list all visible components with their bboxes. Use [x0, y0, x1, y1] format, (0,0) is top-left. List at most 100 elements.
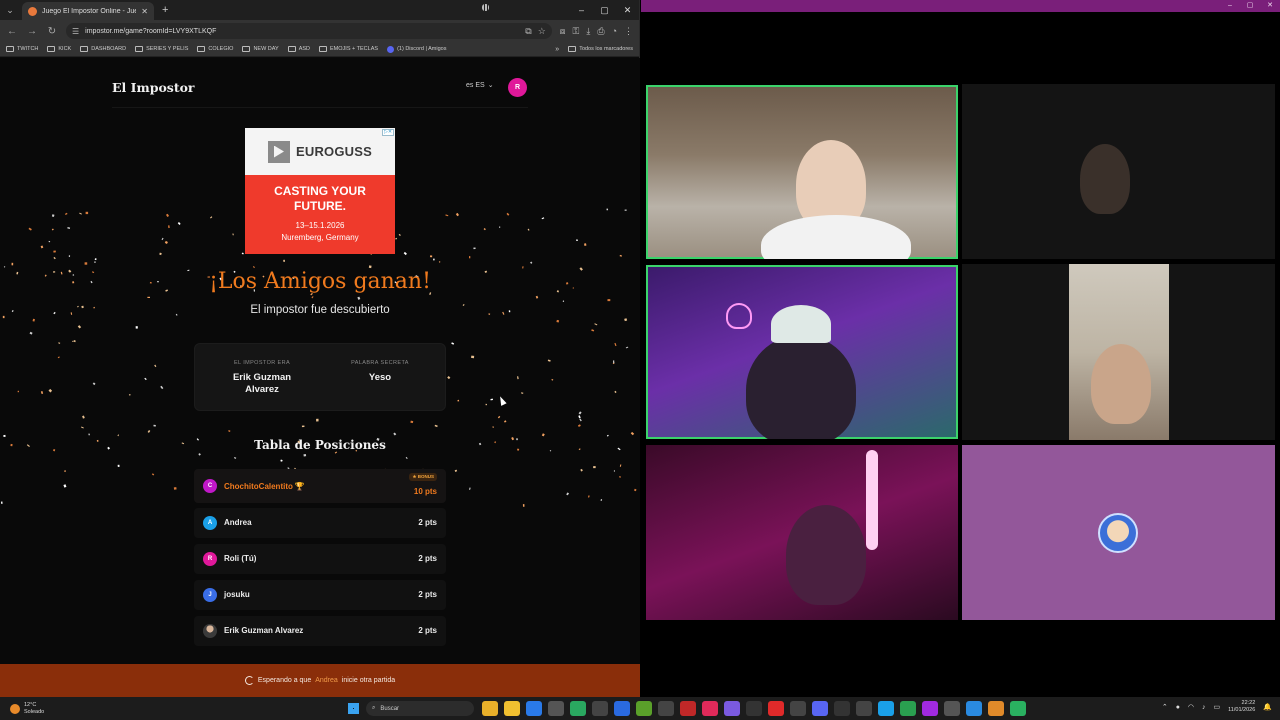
spotify-icon[interactable] — [900, 701, 916, 716]
bookmark-new-day[interactable]: NEW DAY — [242, 46, 279, 52]
user-avatar[interactable]: R — [508, 78, 527, 97]
confetti-piece — [614, 342, 617, 347]
confetti-piece — [619, 476, 621, 478]
wifi-icon[interactable]: ◠ — [1188, 703, 1194, 711]
app-icon[interactable] — [988, 701, 1004, 716]
maximize-icon[interactable]: ▢ — [1240, 0, 1260, 12]
clock[interactable]: 22:22 11/01/2026 — [1228, 700, 1255, 714]
app-icon[interactable] — [614, 701, 630, 716]
extension-icon[interactable]: ⧈ — [560, 26, 566, 37]
video-tile[interactable] — [646, 85, 958, 259]
chrome-icon[interactable] — [966, 701, 982, 716]
profile-icon[interactable]: ◔ — [612, 26, 617, 37]
printer-icon[interactable]: ⎙ — [597, 26, 604, 37]
address-bar[interactable]: ☰ impostor.me/game?roomId=LVY9XTLKQF ⧉ ☆ — [66, 23, 552, 39]
app-icon[interactable] — [834, 701, 850, 716]
app-icon[interactable] — [944, 701, 960, 716]
taskbar-search[interactable]: ⌕ Buscar — [366, 701, 474, 716]
tab-search-icon[interactable]: ⌄ — [0, 0, 20, 20]
bookmark-dashboard[interactable]: DASHBOARD — [80, 46, 126, 52]
bookmark-colegio[interactable]: COLEGIO — [197, 46, 233, 52]
confetti-piece — [619, 464, 622, 467]
minimize-icon[interactable]: – — [570, 5, 593, 16]
bookmark-emojis[interactable]: EMOJIS + TECLAS — [319, 46, 378, 52]
confetti-piece — [607, 299, 611, 302]
password-icon[interactable]: ⚿ — [573, 26, 580, 37]
battery-icon[interactable]: ▭ — [1214, 703, 1221, 711]
install-app-icon[interactable]: ⧉ — [525, 26, 531, 37]
volume-icon[interactable]: ♪ — [1202, 704, 1206, 711]
app-icon[interactable] — [702, 701, 718, 716]
bookmark-discord[interactable]: (1) Discord | Amigos — [387, 45, 446, 53]
menu-icon[interactable]: ⋮ — [624, 26, 633, 37]
app-icon[interactable] — [878, 701, 894, 716]
app-icon[interactable] — [680, 701, 696, 716]
bookmark-twitch[interactable]: TWITCH — [6, 46, 38, 52]
browser-tab-active[interactable]: Juego El Impostor Online - Jueg ✕ — [22, 2, 154, 20]
folder-icon — [6, 46, 14, 52]
discord-icon[interactable] — [812, 701, 828, 716]
weather-widget[interactable]: 12°C Soleado — [10, 702, 44, 716]
new-tab-icon[interactable]: + — [162, 4, 168, 16]
video-tile[interactable] — [646, 265, 958, 439]
app-icon[interactable] — [658, 701, 674, 716]
app-icon[interactable] — [790, 701, 806, 716]
confetti-piece — [228, 430, 231, 433]
bookmark-asd[interactable]: ASD — [287, 46, 310, 52]
video-tile[interactable] — [962, 84, 1275, 259]
language-selector[interactable]: es ES ⌄ — [466, 81, 494, 90]
site-info-icon[interactable]: ☰ — [72, 27, 79, 36]
more-bookmarks-icon[interactable]: » — [555, 46, 559, 53]
host-name: Andrea — [315, 677, 338, 684]
back-icon[interactable]: ← — [6, 26, 18, 37]
folder-app-icon[interactable] — [504, 701, 520, 716]
download-icon[interactable]: ⤓ — [586, 26, 590, 37]
bookmark-kick[interactable]: KICK — [47, 46, 71, 52]
forward-icon[interactable]: → — [26, 26, 38, 37]
app-icon[interactable] — [570, 701, 586, 716]
confetti-piece — [117, 464, 120, 467]
site-logo[interactable]: El Impostor — [112, 80, 195, 95]
app-icon[interactable] — [856, 701, 872, 716]
impostor-label: EL IMPOSTOR ERA — [233, 360, 291, 366]
confetti-piece — [79, 212, 82, 215]
advertisement-banner[interactable]: EUROGUSS ▷✕ CASTING YOUR FUTURE. 13–15.1… — [245, 128, 395, 254]
app-icon[interactable] — [746, 701, 762, 716]
video-tile[interactable] — [962, 264, 1275, 440]
confetti-piece — [410, 420, 414, 424]
video-tile[interactable] — [646, 445, 958, 620]
loading-spinner-icon — [244, 676, 254, 685]
address-url[interactable]: impostor.me/game?roomId=LVY9XTLKQF — [85, 28, 519, 35]
close-window-icon[interactable]: ✕ — [1260, 0, 1280, 12]
maximize-icon[interactable]: ▢ — [593, 5, 616, 16]
reload-icon[interactable]: ↻ — [46, 26, 58, 37]
app-icon[interactable] — [724, 701, 740, 716]
whatsapp-icon[interactable] — [1010, 701, 1026, 716]
confetti-piece — [541, 217, 545, 220]
confetti-piece — [232, 233, 234, 236]
tray-app-icon[interactable]: ● — [1176, 704, 1180, 711]
tab-close-icon[interactable]: ✕ — [141, 7, 148, 16]
app-icon[interactable] — [768, 701, 784, 716]
file-explorer-icon[interactable] — [482, 701, 498, 716]
bookmark-series[interactable]: SERIES Y PELIS — [135, 46, 188, 52]
app-icon[interactable] — [548, 701, 564, 716]
app-icon[interactable] — [636, 701, 652, 716]
minimize-icon[interactable]: – — [1220, 0, 1240, 12]
confetti-piece — [613, 470, 615, 472]
chevron-up-icon[interactable]: ⌃ — [1162, 703, 1168, 711]
app-icon[interactable] — [922, 701, 938, 716]
video-tile[interactable] — [962, 445, 1275, 620]
euroguss-logo-icon — [267, 140, 290, 163]
notifications-icon[interactable]: 🔔 — [1263, 703, 1272, 711]
apps-icon[interactable] — [482, 4, 489, 11]
app-icon[interactable] — [592, 701, 608, 716]
close-window-icon[interactable]: ✕ — [616, 5, 639, 16]
leaderboard-row: J josuku 2 pts — [194, 580, 446, 610]
app-icon[interactable] — [526, 701, 542, 716]
ad-choices-icon[interactable]: ▷✕ — [382, 129, 394, 136]
windows-start-icon[interactable] — [348, 703, 359, 714]
bookmark-star-icon[interactable]: ☆ — [538, 26, 546, 37]
confetti-piece — [483, 228, 486, 231]
all-bookmarks[interactable]: Todos los marcadores — [568, 46, 633, 52]
